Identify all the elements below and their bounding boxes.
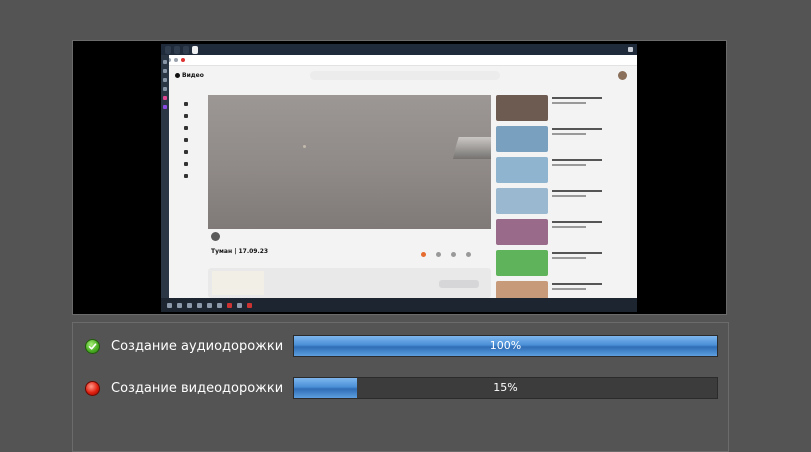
progress-panel: Создание аудиодорожки 100% Создание виде… [72,322,729,452]
nav-icon [184,162,188,166]
browser-sidebar [161,55,169,298]
page-logo-text: Видео [182,71,204,79]
browser-tab-bar [161,44,637,55]
task-label: Создание аудиодорожки [111,339,284,354]
check-icon [85,339,100,354]
sidebar-icon [163,105,167,109]
os-taskbar [161,298,637,312]
sidebar-icon [163,60,167,64]
list-item [496,95,608,123]
channel-avatar [211,232,220,241]
browser-address-bar [161,55,637,66]
nav-icon [184,126,188,130]
browser-tab [165,45,171,54]
comment-icon [436,252,441,257]
list-item [496,250,608,278]
browser-tab [183,45,189,54]
check-mark-icon [88,343,97,350]
task-row-audio: Создание аудиодорожки 100% [73,335,728,359]
progress-bar: 100% [293,335,718,357]
logo-icon [175,72,180,78]
page-search-input [310,70,500,80]
browser-tab [174,45,180,54]
list-item [496,188,608,216]
home-icon [184,102,188,106]
like-icon [421,252,426,257]
ad-banner [208,268,491,298]
task-label: Создание видеодорожки [111,381,284,396]
red-dot-icon [85,381,100,396]
window-controls-icon [628,47,633,52]
ad-button [439,280,479,288]
progress-text: 15% [493,381,518,394]
nav-icon [184,114,188,118]
taskbar-app-icon [217,302,222,308]
list-item [496,126,608,154]
video-player [208,95,491,229]
browser-tab-active [192,45,198,54]
sidebar-icon [163,87,167,91]
page-header: Видео [175,68,637,82]
taskbar-app-icon [237,302,242,308]
progress-text: 100% [489,339,522,352]
taskbar-app-icon [247,302,252,308]
search-icon [177,302,182,308]
video-preview: Видео Туман | 17.09.23 [72,40,727,315]
recommendations-list [496,95,608,312]
extension-icon [181,58,185,62]
page-logo: Видео [175,72,204,79]
ad-thumbnail [212,271,264,295]
taskbar-app-icon [227,302,232,308]
nav-icon [184,138,188,142]
sidebar-icon [163,69,167,73]
taskbar-app-icon [207,302,212,308]
page-nav-icons [182,102,190,186]
list-item [496,219,608,247]
channel-info [211,232,220,241]
save-icon [451,252,456,257]
sidebar-icon [163,78,167,82]
share-icon [466,252,471,257]
sidebar-icon [163,96,167,100]
video-title: Туман | 17.09.23 [211,248,269,255]
nav-icon [184,150,188,154]
video-boat-shape [453,137,491,159]
taskbar-app-icon [197,302,202,308]
recorded-screen-thumbnail: Видео Туман | 17.09.23 [161,44,637,312]
avatar [618,70,627,80]
progress-bar: 15% [293,377,718,399]
video-light-spot [303,145,306,148]
taskbar-app-icon [187,302,192,308]
video-actions [421,252,471,257]
task-row-video: Создание видеодорожки 15% [73,377,728,401]
extension-icon [174,58,178,62]
nav-icon [184,174,188,178]
start-icon [167,302,172,308]
list-item [496,157,608,185]
